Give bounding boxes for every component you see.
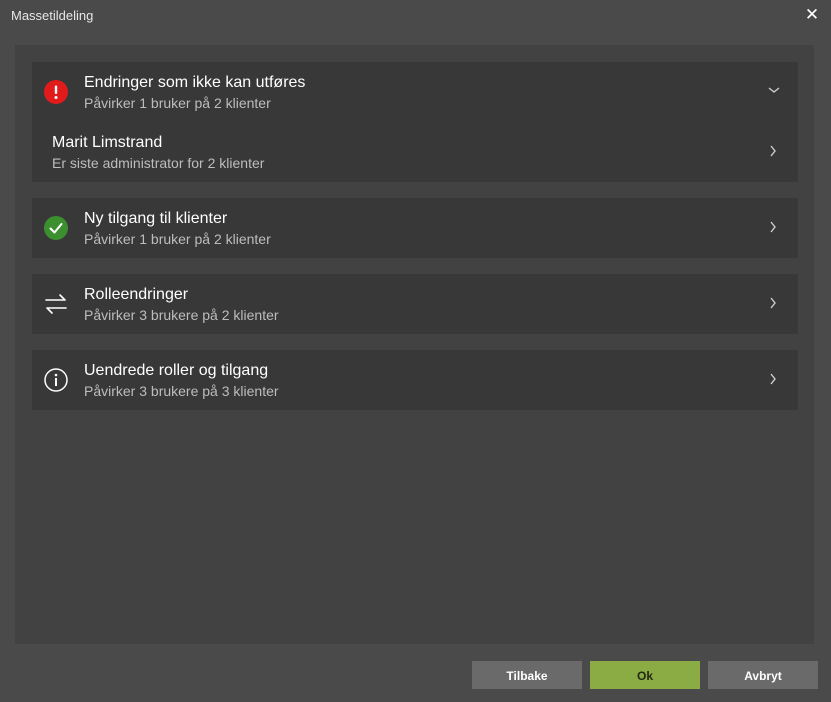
- check-icon: [44, 216, 68, 240]
- section-subtitle: Påvirker 1 bruker på 2 klienter: [84, 231, 271, 247]
- chevron-right-icon: [768, 294, 780, 312]
- list-item-marit-limstrand[interactable]: Marit Limstrand Er siste administrator f…: [32, 122, 798, 182]
- chevron-right-icon: [768, 370, 780, 388]
- section-subtitle: Påvirker 3 brukere på 3 klienter: [84, 383, 279, 399]
- section-title: Uendrede roller og tilgang: [84, 362, 269, 379]
- error-icon: [44, 80, 68, 104]
- chevron-down-icon: [768, 82, 780, 100]
- section-subtitle: Påvirker 1 bruker på 2 klienter: [84, 95, 271, 111]
- dialog-title: Massetildeling: [11, 8, 94, 23]
- section-unchanged[interactable]: Uendrede roller og tilgang Påvirker 3 br…: [32, 350, 798, 410]
- swap-arrows-icon: [44, 292, 68, 316]
- section-title: Rolleendringer: [84, 286, 189, 303]
- close-icon: ✕: [804, 5, 820, 24]
- close-button[interactable]: ✕: [803, 5, 821, 25]
- section-subtitle: Påvirker 3 brukere på 2 klienter: [84, 307, 279, 323]
- chevron-right-icon: [768, 218, 780, 236]
- section-role-changes[interactable]: Rolleendringer Påvirker 3 brukere på 2 k…: [32, 274, 798, 334]
- section-not-executable: Endringer som ikke kan utføres Påvirker …: [32, 62, 798, 182]
- cancel-button[interactable]: Avbryt: [708, 661, 818, 689]
- info-icon: [44, 368, 68, 392]
- back-button[interactable]: Tilbake: [472, 661, 582, 689]
- section-header-not-executable[interactable]: Endringer som ikke kan utføres Påvirker …: [32, 62, 798, 122]
- content-panel: Endringer som ikke kan utføres Påvirker …: [15, 45, 814, 644]
- dialog-titlebar: Massetildeling ✕: [0, 0, 831, 32]
- chevron-right-icon: [768, 142, 780, 160]
- section-title: Ny tilgang til klienter: [84, 210, 228, 227]
- user-name: Marit Limstrand: [52, 134, 163, 151]
- user-detail: Er siste administrator for 2 klienter: [52, 155, 265, 171]
- ok-button[interactable]: Ok: [590, 661, 700, 689]
- section-title: Endringer som ikke kan utføres: [84, 74, 306, 91]
- section-new-access[interactable]: Ny tilgang til klienter Påvirker 1 bruke…: [32, 198, 798, 258]
